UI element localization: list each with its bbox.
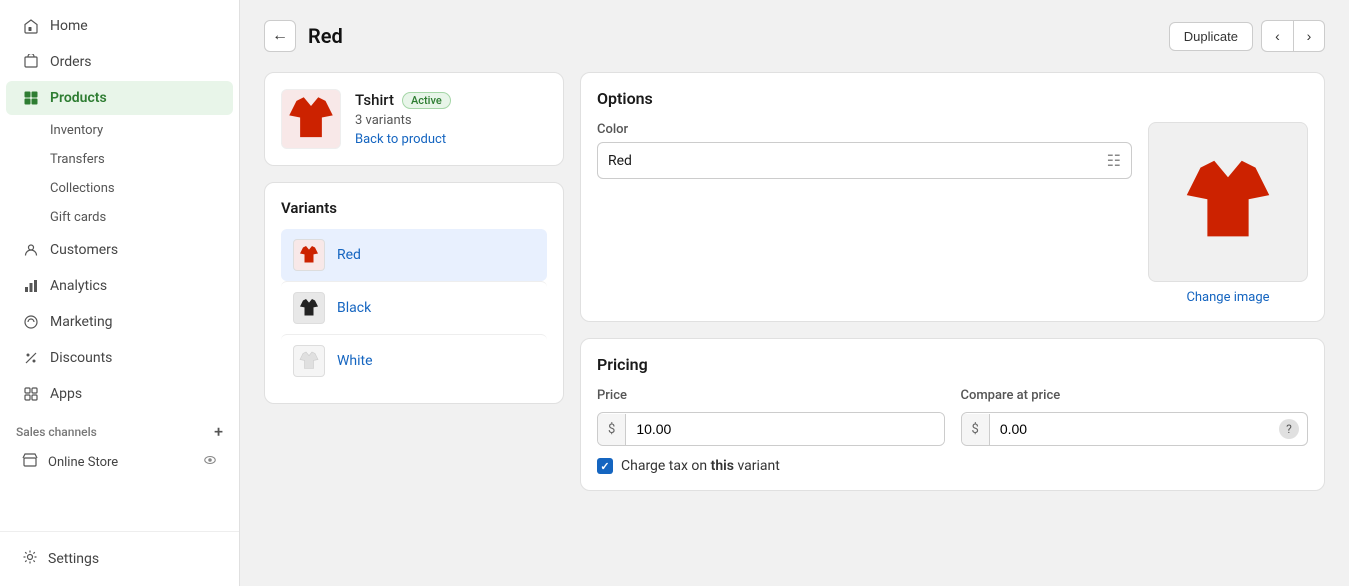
sidebar-item-gift-cards-label: Gift cards xyxy=(50,210,106,225)
sidebar-item-products-label: Products xyxy=(50,90,107,106)
sidebar-item-marketing[interactable]: Marketing xyxy=(6,305,233,339)
sidebar-item-discounts[interactable]: Discounts xyxy=(6,341,233,375)
color-input-edit-icon: ☷ xyxy=(1107,151,1121,170)
product-name: Tshirt xyxy=(355,91,394,109)
compare-at-price-field: Compare at price $ ? xyxy=(961,388,1309,446)
sidebar-item-collections-label: Collections xyxy=(50,181,115,196)
variant-label-red: Red xyxy=(337,247,361,263)
price-currency: $ xyxy=(598,414,626,445)
discounts-icon xyxy=(22,349,40,367)
color-field-label: Color xyxy=(597,122,1132,137)
settings-icon xyxy=(22,549,38,569)
variant-thumb-black xyxy=(293,292,325,324)
compare-help-icon[interactable]: ? xyxy=(1279,419,1299,439)
nav-arrows: ‹ › xyxy=(1261,20,1325,52)
sidebar-item-transfers[interactable]: Transfers xyxy=(6,146,233,173)
variant-item-white[interactable]: White xyxy=(281,334,547,387)
orders-icon xyxy=(22,53,40,71)
duplicate-button[interactable]: Duplicate xyxy=(1169,22,1253,51)
prev-variant-button[interactable]: ‹ xyxy=(1261,20,1293,52)
options-card: Options Color Red ☷ Change image xyxy=(580,72,1325,322)
content-layout: Tshirt Active 3 variants Back to product… xyxy=(264,72,1325,491)
sidebar-item-orders-label: Orders xyxy=(50,54,92,70)
sidebar-item-discounts-label: Discounts xyxy=(50,350,112,366)
sales-channels-label: Sales channels xyxy=(16,425,97,439)
pricing-title: Pricing xyxy=(597,355,1308,374)
charge-tax-row[interactable]: Charge tax on this variant xyxy=(597,458,1308,474)
charge-tax-checkbox[interactable] xyxy=(597,458,613,474)
back-to-product-link[interactable]: Back to product xyxy=(355,132,451,147)
sidebar-item-orders[interactable]: Orders xyxy=(6,45,233,79)
product-thumbnail xyxy=(281,89,341,149)
variant-label-white: White xyxy=(337,353,373,369)
products-icon xyxy=(22,89,40,107)
sidebar-item-customers-label: Customers xyxy=(50,242,118,258)
price-label: Price xyxy=(597,388,945,403)
price-input[interactable]: $ xyxy=(597,412,945,446)
options-title: Options xyxy=(597,89,1308,108)
store-icon xyxy=(22,452,38,472)
variant-thumb-red xyxy=(293,239,325,271)
sidebar-item-transfers-label: Transfers xyxy=(50,152,105,167)
back-button[interactable]: ← xyxy=(264,20,296,52)
sidebar-item-online-store[interactable]: Online Store xyxy=(6,446,233,478)
right-col: Options Color Red ☷ Change image xyxy=(580,72,1325,491)
sidebar-item-analytics[interactable]: Analytics xyxy=(6,269,233,303)
sidebar-item-apps[interactable]: Apps xyxy=(6,377,233,411)
sidebar-bottom: Settings xyxy=(0,531,239,586)
sidebar-item-inventory-label: Inventory xyxy=(50,123,103,138)
product-status-badge: Active xyxy=(402,92,451,109)
sidebar-item-collections[interactable]: Collections xyxy=(6,175,233,202)
apps-icon xyxy=(22,385,40,403)
sidebar-item-analytics-label: Analytics xyxy=(50,278,107,294)
variant-thumb-white xyxy=(293,345,325,377)
sales-channels-section: Sales channels + xyxy=(0,412,239,445)
change-image-link[interactable]: Change image xyxy=(1148,290,1308,305)
compare-at-price-label: Compare at price xyxy=(961,388,1309,403)
sidebar-item-home-label: Home xyxy=(50,18,88,34)
compare-at-price-input[interactable]: $ ? xyxy=(961,412,1309,446)
variants-title: Variants xyxy=(281,199,547,217)
charge-tax-label: Charge tax on this variant xyxy=(621,458,780,474)
sidebar-item-products[interactable]: Products xyxy=(6,81,233,115)
online-store-eye-icon[interactable] xyxy=(203,453,217,471)
variants-card: Variants Red Black xyxy=(264,182,564,404)
price-field: Price $ xyxy=(597,388,945,446)
page-header: ← Red Duplicate ‹ › xyxy=(264,20,1325,52)
compare-value-input[interactable] xyxy=(990,413,1279,445)
analytics-icon xyxy=(22,277,40,295)
product-image-preview xyxy=(1148,122,1308,282)
settings-label: Settings xyxy=(48,551,99,567)
main-content: ← Red Duplicate ‹ › xyxy=(240,0,1349,586)
color-input[interactable]: Red ☷ xyxy=(597,142,1132,179)
variant-item-red[interactable]: Red xyxy=(281,229,547,281)
sidebar: Home Orders Products Inventory Transfers… xyxy=(0,0,240,586)
sidebar-item-inventory[interactable]: Inventory xyxy=(6,117,233,144)
product-image-container: Change image xyxy=(1148,122,1308,305)
product-card: Tshirt Active 3 variants Back to product xyxy=(264,72,564,166)
sidebar-item-apps-label: Apps xyxy=(50,386,82,402)
left-col: Tshirt Active 3 variants Back to product… xyxy=(264,72,564,404)
compare-currency: $ xyxy=(962,414,990,445)
next-variant-button[interactable]: › xyxy=(1293,20,1325,52)
sidebar-item-settings[interactable]: Settings xyxy=(6,541,233,577)
page-title: Red xyxy=(308,24,343,48)
marketing-icon xyxy=(22,313,40,331)
sidebar-item-customers[interactable]: Customers xyxy=(6,233,233,267)
sidebar-item-gift-cards[interactable]: Gift cards xyxy=(6,204,233,231)
variant-label-black: Black xyxy=(337,300,371,316)
online-store-label: Online Store xyxy=(48,455,118,470)
customers-icon xyxy=(22,241,40,259)
home-icon xyxy=(22,17,40,35)
product-variants-count: 3 variants xyxy=(355,113,451,128)
variant-item-black[interactable]: Black xyxy=(281,281,547,334)
color-input-value: Red xyxy=(608,153,632,169)
pricing-card: Pricing Price $ Compare at price xyxy=(580,338,1325,491)
sidebar-item-home[interactable]: Home xyxy=(6,9,233,43)
add-sales-channel-icon[interactable]: + xyxy=(214,422,223,441)
sidebar-item-marketing-label: Marketing xyxy=(50,314,113,330)
price-value-input[interactable] xyxy=(626,413,943,445)
